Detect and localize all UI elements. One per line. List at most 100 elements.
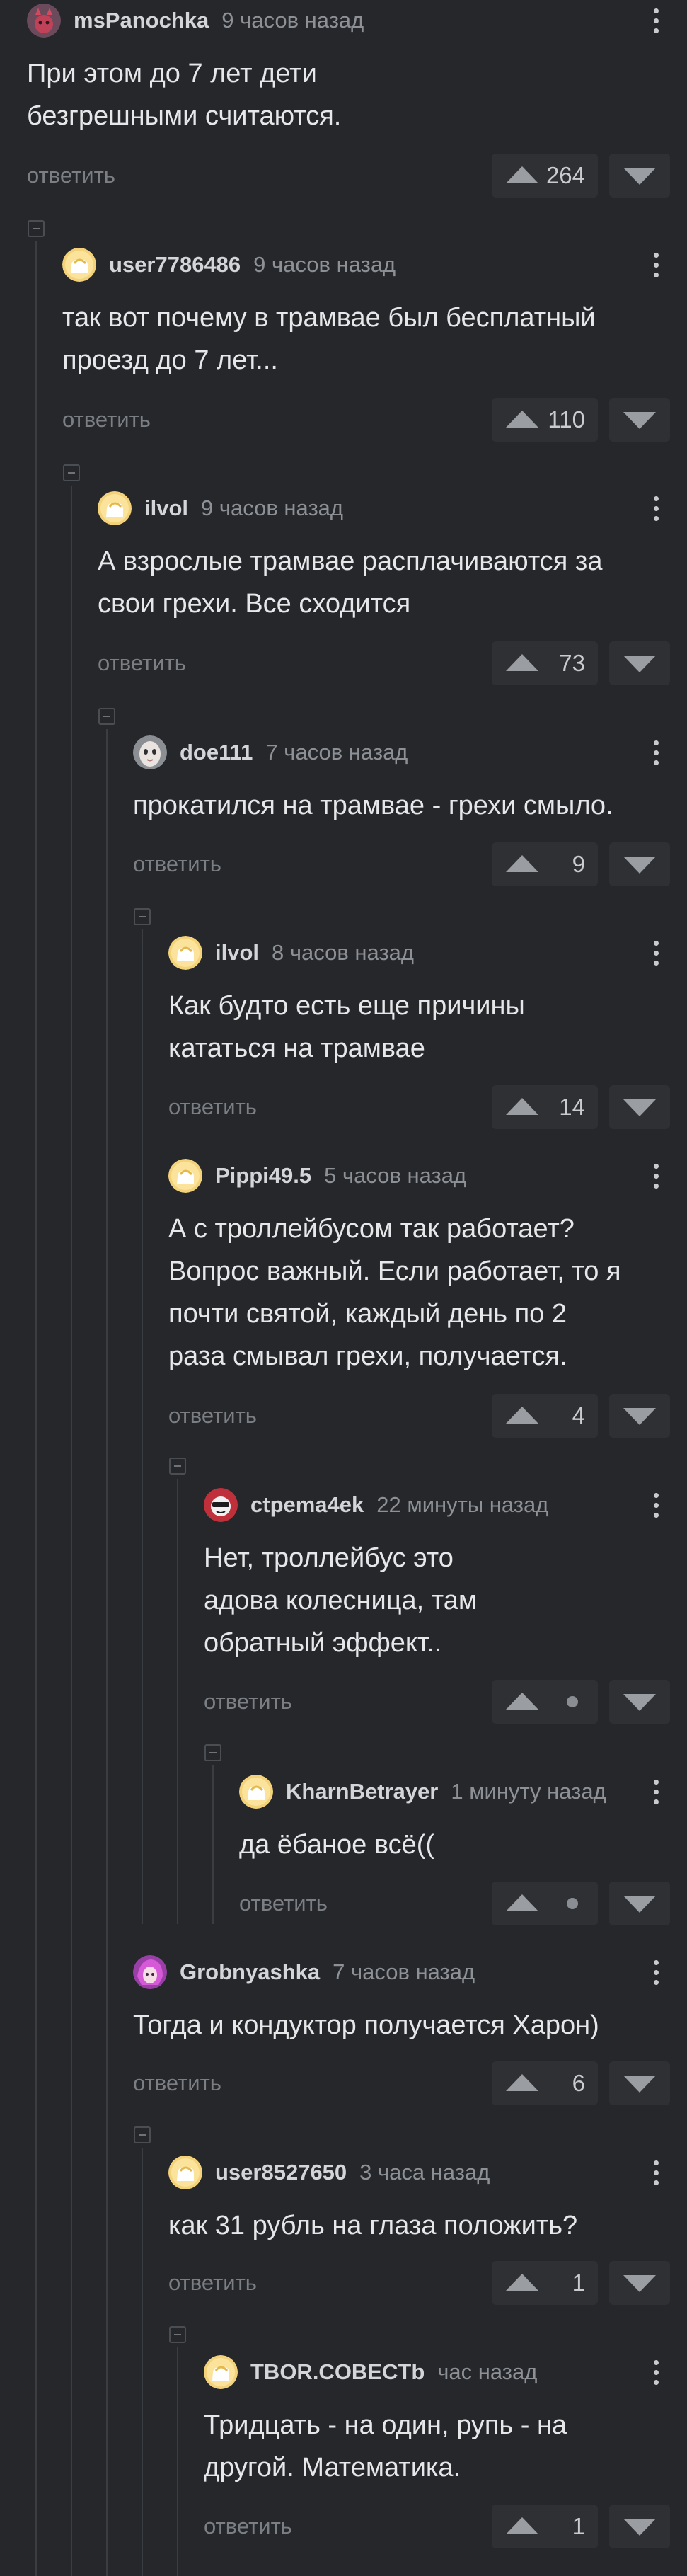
default-avatar-icon[interactable]	[168, 1159, 202, 1193]
comment-timestamp[interactable]: 7 часов назад	[265, 740, 506, 765]
more-options-icon[interactable]	[642, 1954, 670, 1990]
downvote-button[interactable]	[609, 154, 670, 198]
collapse-thread-button[interactable]	[134, 2126, 151, 2143]
comment-timestamp[interactable]: 9 часов назад	[221, 8, 462, 33]
default-avatar-icon[interactable]	[168, 2156, 202, 2189]
upvote-button[interactable]: 1	[492, 2261, 598, 2305]
reply-link[interactable]: ответить	[239, 1891, 328, 1916]
downvote-button[interactable]	[609, 1085, 670, 1129]
upvote-button[interactable]	[492, 1882, 598, 1925]
more-options-icon[interactable]	[642, 491, 670, 526]
upvote-button[interactable]: 9	[492, 842, 598, 886]
comment-timestamp[interactable]: 3 часа назад	[359, 2160, 600, 2185]
reply-link[interactable]: ответить	[133, 852, 221, 877]
more-options-icon[interactable]	[642, 247, 670, 282]
upvote-button[interactable]: 73	[492, 641, 598, 685]
comment-author[interactable]: doe111	[180, 740, 253, 765]
reply-link[interactable]: ответить	[168, 1403, 257, 1429]
downvote-button[interactable]	[609, 2505, 670, 2548]
downvote-button[interactable]	[609, 1394, 670, 1438]
upvote-arrow-icon	[504, 1691, 540, 1711]
downvote-button[interactable]	[609, 398, 670, 442]
collapse-thread-button[interactable]	[98, 708, 115, 725]
upvote-button[interactable]: 4	[492, 1394, 598, 1438]
doll-face-avatar-icon[interactable]	[133, 735, 167, 769]
anime-avatar-icon[interactable]	[133, 1955, 167, 1989]
comment-author[interactable]: KharnBetrayer	[286, 1779, 438, 1804]
default-avatar-icon[interactable]	[204, 2355, 238, 2389]
collapse-thread-button[interactable]	[169, 1458, 186, 1475]
reply-link[interactable]: ответить	[168, 2270, 257, 2296]
more-options-icon[interactable]	[642, 2155, 670, 2190]
more-options-icon[interactable]	[642, 3, 670, 38]
comment-timestamp[interactable]: 9 часов назад	[253, 252, 494, 277]
downvote-arrow-icon	[622, 654, 657, 674]
collapse-thread-button[interactable]	[134, 908, 151, 925]
upvote-button[interactable]: 1	[492, 2505, 598, 2548]
reply-link[interactable]: ответить	[27, 163, 115, 188]
comment-author[interactable]: user8527650	[215, 2160, 347, 2185]
upvote-arrow-icon	[504, 1405, 540, 1425]
reply-link[interactable]: ответить	[204, 1689, 292, 1715]
more-options-icon[interactable]	[642, 1487, 670, 1523]
reply-link[interactable]: ответить	[168, 1094, 257, 1120]
comment-author[interactable]: Pippi49.5	[215, 1163, 311, 1189]
more-options-icon[interactable]	[642, 1774, 670, 1809]
reply-link[interactable]: ответить	[98, 651, 186, 676]
rating-count: 14	[559, 1094, 585, 1120]
comment-author[interactable]: Grobnyashka	[180, 1959, 320, 1985]
downvote-arrow-icon	[622, 166, 657, 186]
reply-link[interactable]: ответить	[62, 407, 151, 433]
rating-hidden-dot	[567, 1696, 578, 1707]
comment-timestamp[interactable]: 5 часов назад	[324, 1163, 565, 1189]
reply-link[interactable]: ответить	[204, 2514, 292, 2539]
upvote-button[interactable]: 110	[492, 398, 598, 442]
collapse-thread-button[interactable]	[63, 464, 80, 481]
comment-text: А с троллейбусом так работает? Вопрос ва…	[168, 1214, 621, 1371]
thread-line-level-6	[212, 1765, 214, 1924]
comment-author[interactable]: msPanochka	[74, 8, 209, 33]
thread-line-level-1	[35, 241, 37, 2576]
collapse-thread-button[interactable]	[204, 1744, 221, 1761]
comment-author[interactable]: ilvol	[215, 940, 259, 966]
comment-text: прокатился на трамвае - грехи смыло.	[133, 791, 613, 820]
rating-count: 4	[572, 1402, 585, 1429]
comment-author[interactable]: ilvol	[144, 496, 188, 521]
comment-author[interactable]: user7786486	[109, 252, 241, 277]
default-avatar-icon[interactable]	[62, 248, 96, 282]
comment-timestamp[interactable]: 7 часов назад	[333, 1959, 573, 1985]
more-options-icon[interactable]	[642, 1158, 670, 1193]
comment-text: А взрослые трамвае расплачиваются за сво…	[98, 546, 603, 619]
comment-text: Как будто есть еще причины кататься на т…	[168, 991, 525, 1063]
comment-author[interactable]: TBOR.COBECTb	[250, 2359, 425, 2385]
downvote-button[interactable]	[609, 1680, 670, 1724]
more-options-icon[interactable]	[642, 735, 670, 770]
upvote-button[interactable]: 264	[492, 154, 598, 198]
comment-timestamp[interactable]: 9 часов назад	[201, 496, 441, 521]
more-options-icon[interactable]	[642, 2354, 670, 2390]
comment-text: так вот почему в трамвае был бесплатный …	[62, 303, 596, 375]
comment-timestamp[interactable]: 1 минуту назад	[451, 1779, 613, 1804]
more-options-icon[interactable]	[642, 935, 670, 971]
downvote-button[interactable]	[609, 641, 670, 685]
default-avatar-icon[interactable]	[168, 936, 202, 970]
downvote-button[interactable]	[609, 842, 670, 886]
devil-avatar-icon[interactable]	[27, 4, 61, 38]
comment-timestamp[interactable]: час назад	[437, 2359, 670, 2385]
reply-link[interactable]: ответить	[133, 2071, 221, 2096]
downvote-button[interactable]	[609, 2061, 670, 2105]
default-avatar-icon[interactable]	[239, 1775, 273, 1809]
comment: user7786486 9 часов назад так вот почему…	[62, 247, 670, 452]
default-avatar-icon[interactable]	[98, 491, 132, 525]
comment-author[interactable]: ctpema4ek	[250, 1492, 364, 1518]
collapse-thread-button[interactable]	[169, 2326, 186, 2343]
upvote-button[interactable]	[492, 1680, 598, 1724]
collapse-thread-button[interactable]	[28, 220, 45, 237]
comment-timestamp[interactable]: 22 минуты назад	[376, 1492, 617, 1518]
downvote-button[interactable]	[609, 2261, 670, 2305]
upvote-button[interactable]: 6	[492, 2061, 598, 2105]
upvote-button[interactable]: 14	[492, 1085, 598, 1129]
cartoon-avatar-icon[interactable]	[204, 1488, 238, 1522]
downvote-button[interactable]	[609, 1882, 670, 1925]
comment-timestamp[interactable]: 8 часов назад	[272, 940, 512, 966]
